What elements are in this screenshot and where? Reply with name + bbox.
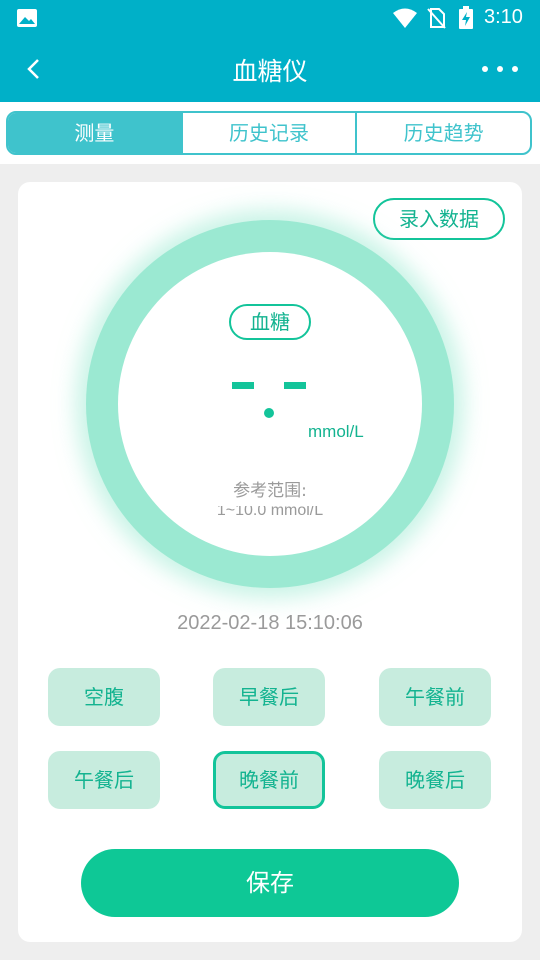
reading-dash-left <box>232 382 254 389</box>
tab-bar-container: 测量 历史记录 历史趋势 <box>0 102 540 164</box>
status-bar: 3:10 <box>0 0 540 36</box>
reference-range-label: 参考范围: <box>233 481 307 501</box>
reading-dash-right <box>284 382 306 389</box>
app-bar: 血糖仪 <box>0 36 540 102</box>
save-button[interactable]: 保存 <box>81 849 459 917</box>
no-sim-icon <box>427 8 446 29</box>
reference-range-value: 1~10.0 mmol/L <box>216 506 324 519</box>
tab-measure[interactable]: 测量 <box>8 113 181 153</box>
measure-timestamp: 2022-02-18 15:10:06 <box>177 612 363 634</box>
glucose-dial: 血糖 mmol/L 参考范围: 1~10.0 mmol/L <box>72 206 468 602</box>
tab-bar: 测量 历史记录 历史趋势 <box>6 111 532 155</box>
measure-card: 录入数据 血糖 mmol/L 参考范围: 1~10.0 mmol/L 2022-… <box>18 182 522 942</box>
glucose-badge: 血糖 <box>229 304 311 340</box>
meal-after-lunch-button[interactable]: 午餐后 <box>48 751 160 809</box>
glucose-unit: mmol/L <box>308 422 364 441</box>
meal-after-dinner-button[interactable]: 晚餐后 <box>379 751 491 809</box>
wifi-icon <box>393 8 417 28</box>
status-time: 3:10 <box>484 6 523 28</box>
battery-charging-icon <box>459 6 473 29</box>
image-icon <box>17 9 37 27</box>
meal-before-lunch-button[interactable]: 午餐前 <box>379 668 491 726</box>
reading-decimal-dot <box>264 408 274 418</box>
more-dots-icon[interactable] <box>480 64 520 74</box>
meal-fasting-button[interactable]: 空腹 <box>48 668 160 726</box>
tab-history-trend[interactable]: 历史趋势 <box>355 113 530 153</box>
page-title: 血糖仪 <box>232 57 308 86</box>
reference-range-clip: 1~10.0 mmol/L <box>212 506 330 526</box>
tab-history-records[interactable]: 历史记录 <box>180 113 356 153</box>
meal-after-breakfast-button[interactable]: 早餐后 <box>213 668 325 726</box>
meal-before-dinner-button[interactable]: 晚餐前 <box>213 751 325 809</box>
glucose-reading <box>232 382 312 442</box>
